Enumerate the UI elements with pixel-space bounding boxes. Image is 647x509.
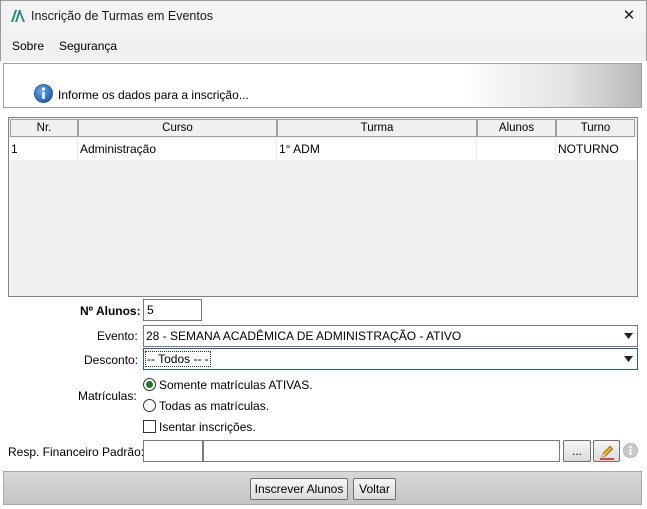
radio-matriculas-ativas[interactable] xyxy=(143,378,156,391)
inscrever-alunos-button[interactable]: Inscrever Alunos xyxy=(250,478,348,500)
cell-nr: 1 xyxy=(9,138,78,160)
evento-value: 28 - SEMANA ACADÊMICA DE ADMINISTRAÇÃO -… xyxy=(146,329,462,343)
close-icon: ✕ xyxy=(622,7,636,24)
col-header-alunos[interactable]: Alunos xyxy=(477,119,556,137)
info-message: Informe os dados para a inscrição... xyxy=(58,88,249,102)
matriculas-label: Matrículas: xyxy=(78,389,137,403)
isentar-checkbox[interactable] xyxy=(143,420,156,433)
cell-alunos xyxy=(477,138,556,160)
col-header-nr[interactable]: Nr. xyxy=(10,119,78,137)
pencil-icon xyxy=(600,445,614,460)
cell-curso: Administração xyxy=(78,138,277,160)
col-header-turma[interactable]: Turma xyxy=(277,119,477,137)
num-alunos-field[interactable]: 5 xyxy=(143,299,202,321)
resp-name-field[interactable] xyxy=(203,440,560,462)
browse-button[interactable]: ... xyxy=(563,440,591,462)
num-alunos-label: Nº Alunos: xyxy=(80,304,141,318)
desconto-value: -- Todos -- - xyxy=(145,351,211,367)
chevron-down-icon xyxy=(624,356,633,362)
desconto-label: Desconto: xyxy=(84,353,139,367)
menu-seguranca[interactable]: Segurança xyxy=(59,39,117,53)
cell-turno: NOTURNO xyxy=(558,142,619,156)
isentar-label[interactable]: Isentar inscrições. xyxy=(159,420,256,434)
col-header-turno[interactable]: Turno xyxy=(556,119,635,137)
resp-financeiro-label: Resp. Financeiro Padrão: xyxy=(8,445,145,459)
info-hint-icon[interactable] xyxy=(623,443,638,458)
cell-turma: 1° ADM xyxy=(277,138,477,160)
radio-matriculas-ativas-label[interactable]: Somente matrículas ATIVAS. xyxy=(159,378,313,392)
chevron-down-icon xyxy=(624,333,633,339)
resp-code-field[interactable] xyxy=(143,440,203,462)
evento-label: Evento: xyxy=(97,329,138,343)
voltar-button[interactable]: Voltar xyxy=(353,478,396,500)
menu-sobre[interactable]: Sobre xyxy=(12,39,44,53)
app-logo-icon xyxy=(11,10,25,22)
radio-todas-matriculas-label[interactable]: Todas as matrículas. xyxy=(159,399,269,413)
desconto-select[interactable]: -- Todos -- - xyxy=(143,348,638,370)
window-title: Inscrição de Turmas em Eventos xyxy=(31,9,214,23)
col-header-curso[interactable]: Curso xyxy=(78,119,277,137)
evento-select[interactable]: 28 - SEMANA ACADÊMICA DE ADMINISTRAÇÃO -… xyxy=(143,325,638,347)
radio-todas-matriculas[interactable] xyxy=(143,399,156,412)
edit-button[interactable] xyxy=(593,440,620,462)
info-icon xyxy=(34,84,53,103)
close-button[interactable]: ✕ xyxy=(618,5,640,27)
